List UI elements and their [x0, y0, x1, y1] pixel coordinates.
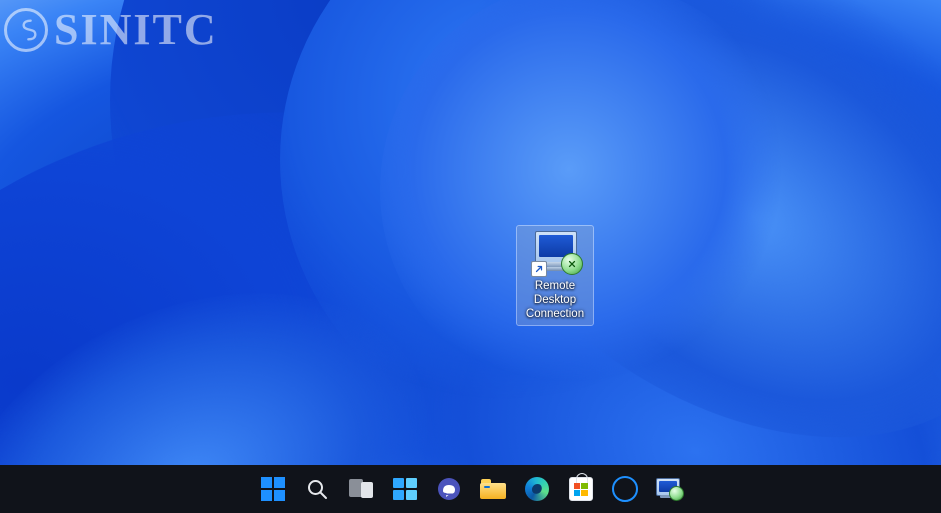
search-icon	[305, 477, 329, 501]
edge-button[interactable]	[517, 469, 557, 509]
widgets-icon	[393, 478, 417, 500]
widgets-button[interactable]	[385, 469, 425, 509]
cortana-button[interactable]	[605, 469, 645, 509]
task-view-button[interactable]	[341, 469, 381, 509]
remote-desktop-taskbar-button[interactable]	[649, 469, 689, 509]
start-button[interactable]	[253, 469, 293, 509]
chat-button[interactable]	[429, 469, 469, 509]
taskbar	[0, 465, 941, 513]
remote-connect-overlay-icon	[561, 253, 583, 275]
desktop-icon-label: Remote Desktop Connection	[526, 279, 584, 321]
windows-logo-icon	[261, 477, 285, 501]
folder-icon	[480, 479, 506, 499]
remote-desktop-icon	[656, 478, 682, 500]
task-view-icon	[349, 479, 373, 499]
chat-icon	[437, 477, 461, 501]
file-explorer-button[interactable]	[473, 469, 513, 509]
remote-desktop-icon	[531, 229, 579, 277]
store-icon	[569, 477, 593, 501]
edge-icon	[525, 477, 549, 501]
desktop-icon-remote-desktop-connection[interactable]: Remote Desktop Connection	[517, 226, 593, 325]
cortana-icon	[612, 476, 638, 502]
microsoft-store-button[interactable]	[561, 469, 601, 509]
search-button[interactable]	[297, 469, 337, 509]
shortcut-arrow-icon	[531, 261, 547, 277]
desktop[interactable]: SINITC Remote Desktop Connection	[0, 0, 941, 513]
watermark-logo-icon	[4, 8, 48, 52]
